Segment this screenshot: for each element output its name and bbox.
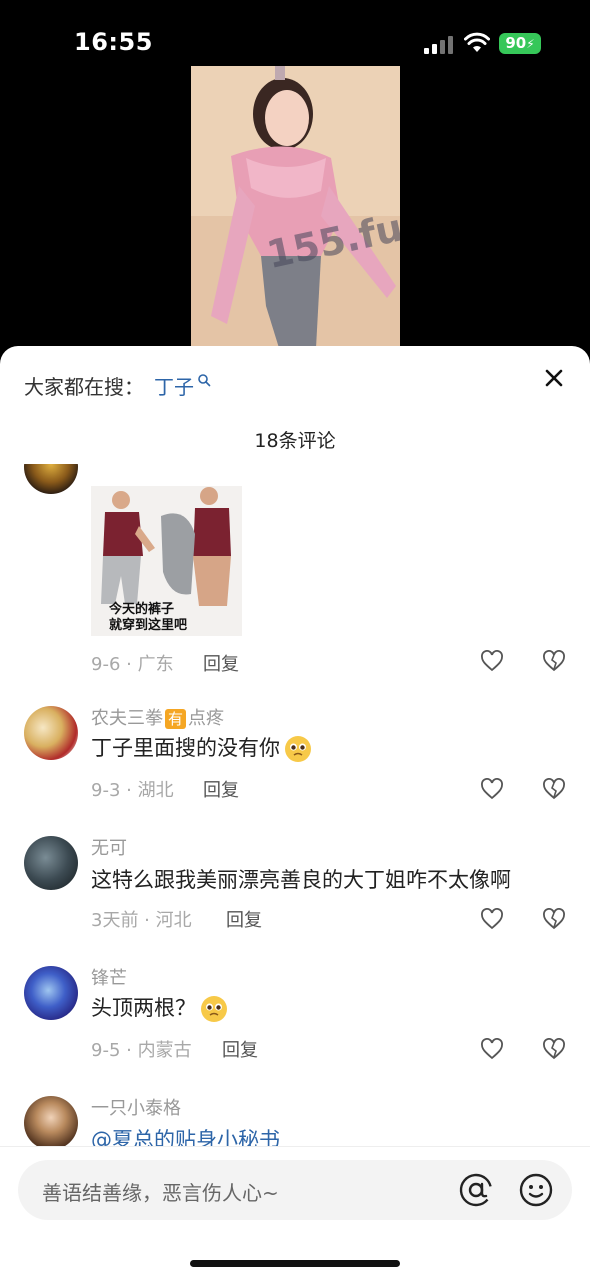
at-icon[interactable] [458,1172,494,1208]
comment-list[interactable]: 今天的裤子 就穿到这里吧 9-6 · 广东 回复 农夫三拳有点疼 丁子里面搜的没… [0,464,590,1146]
comment-text: 头顶两根？ [91,992,228,1023]
heart-outline-icon[interactable] [480,1038,504,1060]
avatar[interactable] [24,836,78,890]
broken-heart-icon[interactable] [542,650,566,672]
heart-outline-icon[interactable] [480,778,504,800]
broken-heart-icon[interactable] [542,908,566,930]
battery-indicator: 90⚡ [499,33,541,54]
comment-count: 18条评论 [254,430,336,452]
comment-item: 无可 这特么跟我美丽漂亮善良的大丁姐咋不太像啊 3天前 · 河北 回复 [0,836,590,961]
avatar[interactable] [24,464,78,494]
comment-item: 一只小泰格 @夏总的贴身小秘书 [0,1096,590,1146]
pleading-face-emoji-icon [201,996,227,1022]
avatar[interactable] [24,1096,78,1146]
comment-input[interactable]: 善语结善缘，恶言伤人心~ [18,1160,572,1220]
status-time: 16:55 [74,28,153,56]
comments-sheet: 大家都在搜： 丁子 18条评论 今天的裤子 就穿到这里吧 9-6 · 广东 回复… [0,346,590,1280]
heart-outline-icon[interactable] [480,908,504,930]
comment-username[interactable]: 锋芒 [91,964,127,990]
comment-meme-image[interactable]: 今天的裤子 就穿到这里吧 [91,486,242,636]
meme-caption: 今天的裤子 就穿到这里吧 [109,602,188,633]
reply-button[interactable]: 回复 [222,1036,258,1062]
broken-heart-icon[interactable] [542,1038,566,1060]
reply-button[interactable]: 回复 [203,650,239,676]
reply-button[interactable]: 回复 [226,906,262,932]
comment-username[interactable]: 无可 [91,834,127,860]
comment-meta: 9-5 · 内蒙古 [91,1040,192,1061]
charging-bolt-icon: ⚡ [526,37,535,51]
home-indicator [190,1260,400,1267]
comment-username[interactable]: 农夫三拳有点疼 [91,704,224,730]
comment-mention[interactable]: @夏总的贴身小秘书 [91,1124,280,1146]
comment-item: 农夫三拳有点疼 丁子里面搜的没有你 9-3 · 湖北 回复 [0,706,590,831]
wifi-icon [464,32,490,52]
username-part: 点疼 [188,708,225,729]
battery-level: 90 [505,34,527,52]
comment-item: 锋芒 头顶两根？ 9-5 · 内蒙古 回复 [0,966,590,1091]
comment-item: 今天的裤子 就穿到这里吧 9-6 · 广东 回复 [0,464,590,704]
video-frame-image [191,66,400,348]
close-icon[interactable] [540,364,568,392]
comment-text: 丁子里面搜的没有你 [91,732,312,763]
trending-search-label: 大家都在搜： [24,374,144,399]
cellular-signal-icon [424,34,454,54]
heart-outline-icon[interactable] [480,650,504,672]
user-badge: 有 [165,709,187,729]
trending-search-row: 大家都在搜： 丁子 [24,370,211,400]
comment-meta: 3天前 · 河北 [91,910,192,931]
comment-meta: 9-6 · 广东 [91,654,174,675]
divider [0,1146,590,1147]
pleading-face-emoji-icon [285,736,311,762]
comment-input-placeholder: 善语结善缘，恶言伤人心~ [42,1181,279,1205]
search-icon[interactable] [197,373,211,387]
smiley-icon[interactable] [518,1172,554,1208]
comment-text: 这特么跟我美丽漂亮善良的大丁姐咋不太像啊 [91,868,511,892]
video-player[interactable]: 155.fun [191,66,400,348]
comment-text-content: 头顶两根？ [91,996,196,1020]
comment-meta: 9-3 · 湖北 [91,780,174,801]
avatar[interactable] [24,966,78,1020]
username-part: 农夫三拳 [91,708,163,729]
comment-username[interactable]: 一只小泰格 [91,1094,181,1120]
trending-search-term[interactable]: 丁子 [154,371,194,400]
comment-text-content: 丁子里面搜的没有你 [91,736,280,760]
reply-button[interactable]: 回复 [203,776,239,802]
broken-heart-icon[interactable] [542,778,566,800]
avatar[interactable] [24,706,78,760]
